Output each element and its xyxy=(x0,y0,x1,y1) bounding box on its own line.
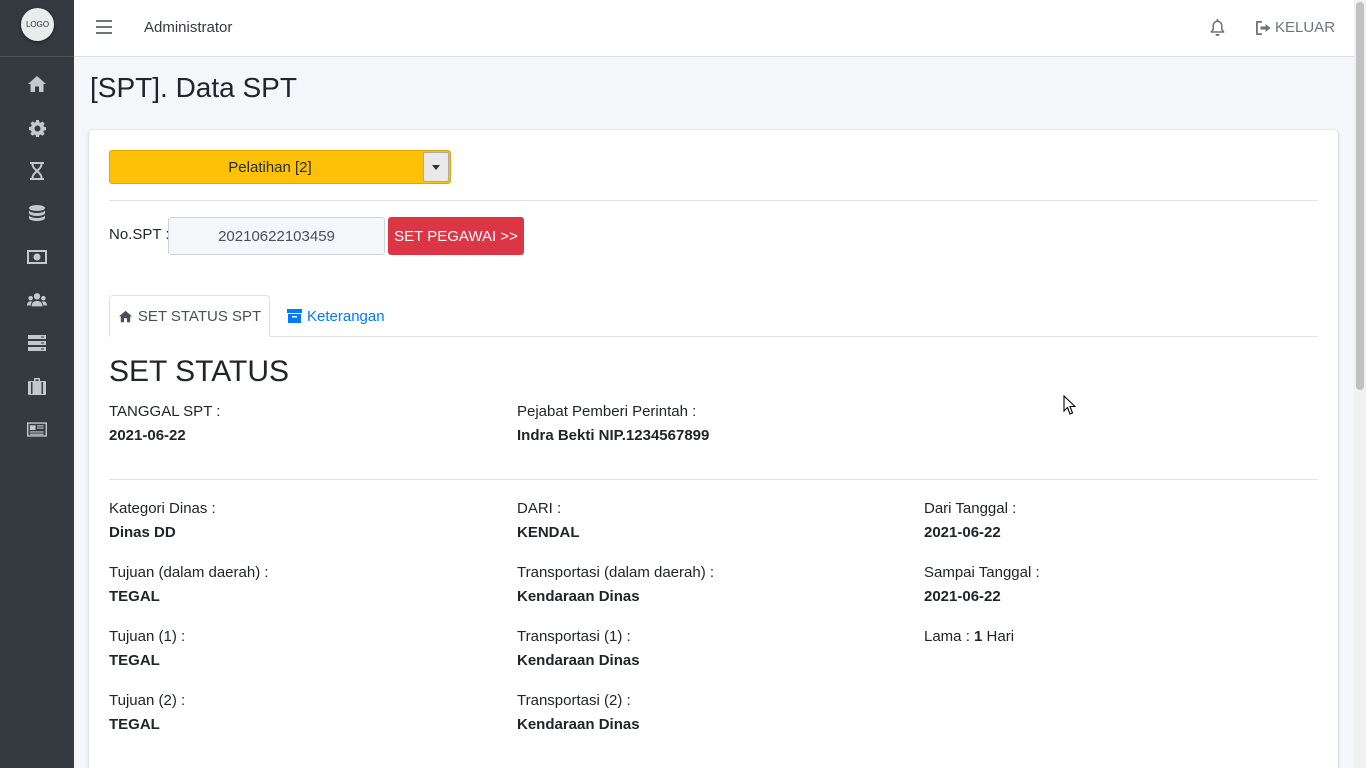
field-value: Kendaraan Dinas xyxy=(517,716,640,733)
section-heading: SET STATUS xyxy=(109,355,290,388)
page-title: [SPT]. Data SPT xyxy=(90,72,297,103)
field-value: Dinas DD xyxy=(109,524,176,541)
field-value: Indra Bekti NIP.1234567899 xyxy=(517,427,710,444)
lama-value: 1 xyxy=(974,628,983,645)
bell-icon[interactable] xyxy=(1210,19,1225,40)
dari-tanggal-field: Dari Tanggal : 2021-06-22 xyxy=(924,500,1016,541)
lama-field: Lama : 1 Hari xyxy=(924,628,1014,645)
database-icon[interactable] xyxy=(27,204,47,224)
logo-text: LOGO xyxy=(25,20,50,29)
field-label: Transportasi (dalam daerah) : xyxy=(517,564,715,581)
user-name: Administrator xyxy=(144,19,233,36)
tujuan2-field: Tujuan (2) : TEGAL xyxy=(109,692,185,733)
field-value: Kendaraan Dinas xyxy=(517,588,640,605)
divider xyxy=(109,200,1317,201)
spt-select[interactable]: Pelatihan [2] xyxy=(109,150,451,184)
sidebar: LOGO xyxy=(0,0,74,768)
hourglass-icon[interactable] xyxy=(27,161,47,181)
tujuan1-field: Tujuan (1) : TEGAL xyxy=(109,628,185,669)
sidebar-divider xyxy=(0,56,74,57)
field-label: TANGGAL SPT : xyxy=(109,403,221,420)
mouse-cursor-icon xyxy=(1063,394,1077,420)
lama-label: Lama : xyxy=(924,628,970,645)
field-value: TEGAL xyxy=(109,652,160,669)
field-label: Kategori Dinas : xyxy=(109,500,216,517)
field-value: 2021-06-22 xyxy=(924,588,1001,605)
field-value: TEGAL xyxy=(109,716,160,733)
field-value: KENDAL xyxy=(517,524,580,541)
suitcase-icon[interactable] xyxy=(27,376,47,396)
logo[interactable]: LOGO xyxy=(21,8,54,41)
spt-number-label: No.SPT : xyxy=(109,226,170,243)
top-navbar: Administrator KELUAR xyxy=(74,0,1354,57)
field-label: DARI : xyxy=(517,500,562,517)
page-scrollbar[interactable] xyxy=(1354,0,1366,768)
caret-down-icon[interactable] xyxy=(423,152,449,182)
set-pegawai-button[interactable]: SET PEGAWAI >> xyxy=(388,217,524,255)
tab-label: Keterangan xyxy=(307,307,385,325)
home-icon xyxy=(118,310,132,322)
spt-number-field[interactable] xyxy=(168,217,385,255)
tab-bar: SET STATUS SPT Keterangan xyxy=(109,295,1317,337)
scrollbar-thumb[interactable] xyxy=(1356,2,1364,390)
transport2-field: Transportasi (2) : Kendaraan Dinas xyxy=(517,692,640,733)
home-icon[interactable] xyxy=(27,74,47,94)
transport-dalam-field: Transportasi (dalam daerah) : Kendaraan … xyxy=(517,564,714,605)
transport1-field: Transportasi (1) : Kendaraan Dinas xyxy=(517,628,640,669)
kategori-field: Kategori Dinas : Dinas DD xyxy=(109,500,216,541)
field-value: TEGAL xyxy=(109,588,160,605)
tanggal-spt-field: TANGGAL SPT : 2021-06-22 xyxy=(109,403,220,444)
divider xyxy=(109,479,1317,480)
field-label: Tujuan (dalam daerah) : xyxy=(109,564,269,581)
lama-unit: Hari xyxy=(986,628,1015,645)
logout-label: KELUAR xyxy=(1275,19,1336,36)
tab-label: SET STATUS SPT xyxy=(137,307,262,325)
field-label: Transportasi (1) : xyxy=(517,628,631,645)
dari-field: DARI : KENDAL xyxy=(517,500,580,541)
tab-set-status-spt[interactable]: SET STATUS SPT xyxy=(109,295,270,337)
logout-button[interactable]: KELUAR xyxy=(1256,19,1335,36)
field-value: 2021-06-22 xyxy=(924,524,1001,541)
field-label: Pejabat Pemberi Perintah : xyxy=(517,403,697,420)
field-value: Kendaraan Dinas xyxy=(517,652,640,669)
spt-select-value: Pelatihan [2] xyxy=(228,158,312,176)
menu-toggle-icon[interactable] xyxy=(96,20,112,34)
money-icon[interactable] xyxy=(27,247,47,267)
tab-keterangan[interactable]: Keterangan xyxy=(287,295,385,337)
users-icon[interactable] xyxy=(27,290,47,310)
newspaper-icon[interactable] xyxy=(27,419,47,439)
sampai-tanggal-field: Sampai Tanggal : 2021-06-22 xyxy=(924,564,1040,605)
field-value: 2021-06-22 xyxy=(109,427,186,444)
archive-icon xyxy=(287,309,302,323)
content-card: Pelatihan [2] No.SPT : SET PEGAWAI >> SE… xyxy=(89,130,1338,768)
server-icon[interactable] xyxy=(27,333,47,353)
field-label: Tujuan (2) : xyxy=(109,692,186,709)
field-label: Tujuan (1) : xyxy=(109,628,186,645)
pejabat-field: Pejabat Pemberi Perintah : Indra Bekti N… xyxy=(517,403,709,444)
field-label: Sampai Tanggal : xyxy=(924,564,1040,581)
sign-out-icon xyxy=(1256,20,1271,35)
field-label: Transportasi (2) : xyxy=(517,692,631,709)
field-label: Dari Tanggal : xyxy=(924,500,1017,517)
gear-icon[interactable] xyxy=(27,118,47,138)
tujuan-dalam-field: Tujuan (dalam daerah) : TEGAL xyxy=(109,564,269,605)
